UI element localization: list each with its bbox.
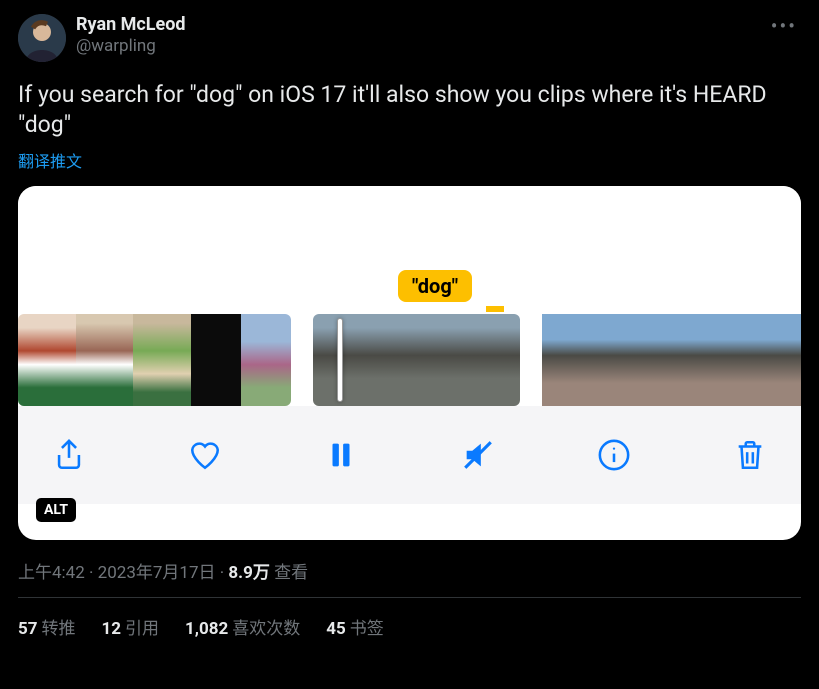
alt-badge[interactable]: ALT bbox=[36, 498, 76, 522]
tweet-container: Ryan McLeod @warpling ••• If you search … bbox=[0, 0, 819, 639]
video-timeline[interactable] bbox=[18, 314, 801, 406]
divider bbox=[18, 597, 801, 598]
clip-thumbnail bbox=[715, 314, 758, 406]
retweets-stat[interactable]: 57转推 bbox=[18, 614, 76, 639]
date[interactable]: 2023年7月17日 bbox=[98, 563, 216, 583]
more-options-icon[interactable]: ••• bbox=[767, 14, 801, 38]
clip-thumbnail bbox=[671, 314, 714, 406]
clip-thumbnail bbox=[542, 314, 585, 406]
clip-group[interactable] bbox=[313, 314, 520, 406]
engagement-stats: 57转推 12引用 1,082喜欢次数 45书签 bbox=[18, 614, 801, 639]
media-toolbar bbox=[18, 406, 801, 504]
pause-icon[interactable] bbox=[324, 438, 358, 472]
quotes-stat[interactable]: 12引用 bbox=[102, 614, 160, 639]
caption-token: "dog" bbox=[398, 270, 472, 302]
media-attachment[interactable]: "dog" bbox=[18, 186, 801, 540]
translate-link[interactable]: 翻译推文 bbox=[18, 148, 82, 172]
clip-thumbnail bbox=[133, 314, 191, 406]
playhead[interactable] bbox=[337, 318, 343, 402]
display-name: Ryan McLeod bbox=[76, 14, 757, 36]
clip-thumbnail bbox=[628, 314, 671, 406]
share-icon[interactable] bbox=[52, 438, 86, 472]
clip-thumbnail bbox=[241, 314, 291, 406]
avatar-image bbox=[18, 14, 66, 62]
author-block[interactable]: Ryan McLeod @warpling bbox=[76, 14, 757, 56]
views-label: 查看 bbox=[274, 563, 308, 583]
clip-thumbnail bbox=[313, 314, 417, 406]
info-icon[interactable] bbox=[597, 438, 631, 472]
avatar[interactable] bbox=[18, 14, 66, 62]
time[interactable]: 上午4:42 bbox=[18, 563, 85, 583]
clip-thumbnail bbox=[18, 314, 76, 406]
clip-thumbnail bbox=[416, 314, 520, 406]
clip-thumbnail bbox=[76, 314, 134, 406]
trash-icon[interactable] bbox=[733, 438, 767, 472]
media-header-area: "dog" bbox=[18, 186, 801, 314]
tweet-text: If you search for "dog" on iOS 17 it'll … bbox=[18, 80, 801, 140]
handle: @warpling bbox=[76, 36, 757, 56]
clip-thumbnail bbox=[191, 314, 241, 406]
clip-group[interactable] bbox=[542, 314, 801, 406]
likes-stat[interactable]: 1,082喜欢次数 bbox=[185, 614, 300, 639]
separator: · bbox=[216, 563, 229, 583]
caption-marker bbox=[486, 306, 504, 312]
tweet-meta: 上午4:42 · 2023年7月17日 · 8.9万 查看 bbox=[18, 558, 801, 583]
mute-icon[interactable] bbox=[461, 438, 495, 472]
bookmarks-stat[interactable]: 45书签 bbox=[326, 614, 384, 639]
heart-icon[interactable] bbox=[188, 438, 222, 472]
tweet-header: Ryan McLeod @warpling ••• bbox=[18, 14, 801, 62]
clip-thumbnail bbox=[585, 314, 628, 406]
views-count[interactable]: 8.9万 bbox=[228, 563, 269, 583]
separator: · bbox=[85, 563, 98, 583]
clip-thumbnail bbox=[758, 314, 801, 406]
clip-group[interactable] bbox=[18, 314, 291, 406]
